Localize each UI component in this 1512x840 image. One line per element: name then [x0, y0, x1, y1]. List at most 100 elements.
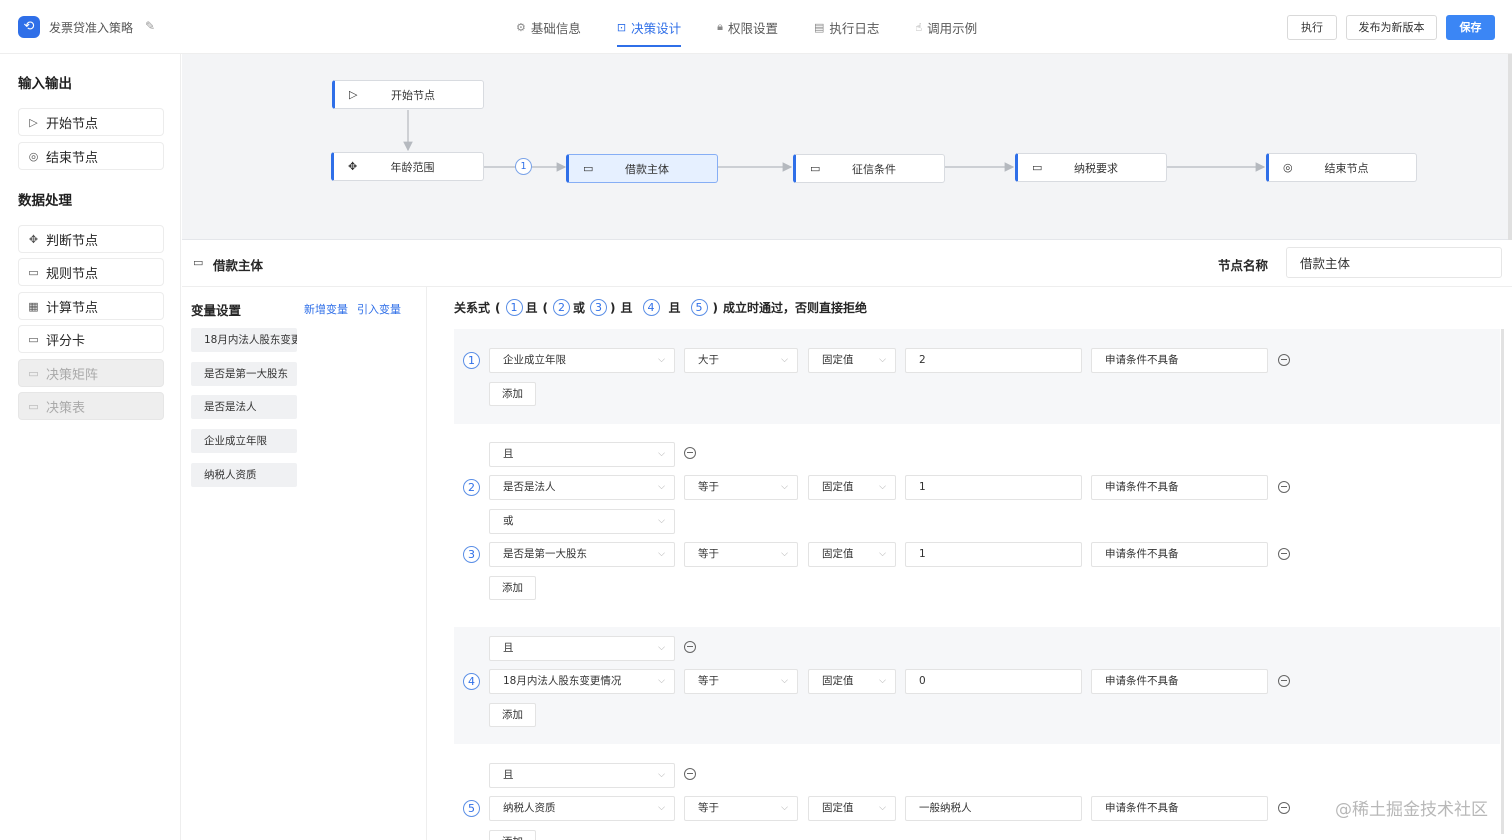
- rule-message-input[interactable]: 申请条件不具备: [1091, 669, 1268, 694]
- run-button[interactable]: 执行: [1287, 15, 1337, 40]
- variable-settings-title: 变量设置: [191, 303, 242, 318]
- rule-message-input[interactable]: 申请条件不具备: [1091, 542, 1268, 567]
- chevron-down-icon: ⌵: [879, 803, 886, 813]
- variable-chip[interactable]: 是否是第一大股东: [191, 362, 297, 386]
- rule-message-input[interactable]: 申请条件不具备: [1091, 796, 1268, 821]
- flow-node-end[interactable]: ◎ 结束节点: [1266, 153, 1417, 182]
- add-rule-button[interactable]: 添加: [489, 703, 536, 727]
- relation-ref-4: 4: [642, 299, 660, 316]
- palette-start-node[interactable]: ▷ 开始节点: [18, 108, 164, 136]
- tab-decision-design[interactable]: ⊡ 决策设计: [616, 0, 682, 54]
- rule-number: 1: [463, 352, 480, 369]
- palette-judge-node[interactable]: ✥ 判断节点: [18, 225, 164, 253]
- variable-chip[interactable]: 是否是法人: [191, 395, 297, 419]
- chevron-down-icon: ⌵: [879, 549, 886, 559]
- chevron-down-icon: ⌵: [658, 482, 665, 492]
- calc-icon: ▦: [28, 299, 39, 313]
- remove-circle-icon[interactable]: [684, 447, 696, 459]
- flow-node-credit[interactable]: ▭ 征信条件: [793, 154, 945, 183]
- rule-field-select[interactable]: 是否是第一大股东 ⌵: [489, 542, 675, 567]
- node-panel-title: 借款主体: [213, 258, 264, 273]
- relation-ref-2: 2: [553, 299, 570, 316]
- move-icon: ✥: [28, 232, 39, 246]
- card-icon: ▭: [28, 332, 39, 346]
- flow-node-tax[interactable]: ▭ 纳税要求: [1015, 153, 1167, 182]
- variable-chip[interactable]: 纳税人资质: [191, 463, 297, 487]
- remove-circle-icon[interactable]: [1278, 802, 1290, 814]
- palette-scorecard[interactable]: ▭ 评分卡: [18, 325, 164, 353]
- palette-decision-table: ▭ 决策表: [18, 392, 164, 420]
- variable-chip[interactable]: 企业成立年限: [191, 429, 297, 453]
- palette-end-node[interactable]: ◎ 结束节点: [18, 142, 164, 170]
- rule-value-input[interactable]: 一般纳税人: [905, 796, 1082, 821]
- tab-call-example[interactable]: ☝ 调用示例: [915, 0, 977, 54]
- relation-ref-1: 1: [505, 299, 523, 316]
- rule-field-select[interactable]: 18月内法人股东变更情况 ⌵: [489, 669, 675, 694]
- rule-operand-type-select[interactable]: 固定值 ⌵: [808, 669, 896, 694]
- flow-canvas[interactable]: ▷ 开始节点 ✥ 年龄范围 1 ▭ 借款主体 ▭ 征信条件 ▭ 纳税要求 ◎ 结束节点: [182, 54, 1512, 240]
- rule-operand-type-select[interactable]: 固定值 ⌵: [808, 348, 896, 373]
- add-rule-button[interactable]: 添加: [489, 576, 536, 600]
- add-variable-link[interactable]: 新增变量: [304, 301, 348, 317]
- hand-icon: ☝: [915, 20, 923, 34]
- remove-circle-icon[interactable]: [1278, 548, 1290, 560]
- tab-exec-log[interactable]: ▤ 执行日志: [814, 0, 879, 54]
- rule-value-input[interactable]: 1: [905, 542, 1082, 567]
- group-connector-select[interactable]: 且 ⌵: [489, 763, 675, 788]
- play-icon: ▷: [349, 88, 358, 101]
- chevron-down-icon: ⌵: [658, 449, 665, 459]
- rule-operand-type-select[interactable]: 固定值 ⌵: [808, 542, 896, 567]
- chevron-down-icon: ⌵: [781, 803, 788, 813]
- remove-circle-icon[interactable]: [684, 641, 696, 653]
- publish-button[interactable]: 发布为新版本: [1346, 15, 1437, 40]
- rule-operand-type-select[interactable]: 固定值 ⌵: [808, 796, 896, 821]
- rule-field-select[interactable]: 是否是法人 ⌵: [489, 475, 675, 500]
- canvas-scrollbar[interactable]: [1508, 54, 1512, 240]
- flow-node-start[interactable]: ▷ 开始节点: [332, 80, 484, 109]
- rules-scrollbar[interactable]: [1501, 329, 1504, 834]
- save-button[interactable]: 保存: [1446, 15, 1495, 40]
- import-variable-link[interactable]: 引入变量: [357, 301, 401, 317]
- rule-operator-select[interactable]: 等于 ⌵: [684, 475, 798, 500]
- remove-circle-icon[interactable]: [1278, 354, 1290, 366]
- card-icon: ▭: [810, 162, 821, 175]
- rule-message-input[interactable]: 申请条件不具备: [1091, 348, 1268, 373]
- rule-field-select[interactable]: 企业成立年限 ⌵: [489, 348, 675, 373]
- rule-operator-select[interactable]: 等于 ⌵: [684, 542, 798, 567]
- rule-value-input[interactable]: 1: [905, 475, 1082, 500]
- rule-operand-type-select[interactable]: 固定值 ⌵: [808, 475, 896, 500]
- add-rule-button[interactable]: 添加: [489, 830, 536, 840]
- flow-node-borrower-subject[interactable]: ▭ 借款主体: [566, 154, 718, 183]
- stop-icon: ◎: [28, 149, 39, 163]
- card-icon: ▭: [28, 265, 39, 279]
- rule-field-select[interactable]: 纳税人资质 ⌵: [489, 796, 675, 821]
- rule-message-input[interactable]: 申请条件不具备: [1091, 475, 1268, 500]
- card-icon: ▭: [193, 256, 204, 269]
- group-connector-select[interactable]: 且 ⌵: [489, 442, 675, 467]
- rule-operator-select[interactable]: 等于 ⌵: [684, 669, 798, 694]
- edit-icon[interactable]: ✎: [145, 19, 155, 33]
- edge-label[interactable]: 1: [515, 158, 532, 175]
- rule-value-input[interactable]: 0: [905, 669, 1082, 694]
- gear-icon: ⚙: [516, 20, 526, 34]
- group-connector-select[interactable]: 且 ⌵: [489, 636, 675, 661]
- rule-connector-select[interactable]: 或 ⌵: [489, 509, 675, 534]
- remove-circle-icon[interactable]: [1278, 481, 1290, 493]
- palette-rule-node[interactable]: ▭ 规则节点: [18, 258, 164, 286]
- tab-permissions[interactable]: 🔒︎ 权限设置: [717, 0, 778, 54]
- rule-number: 5: [463, 800, 480, 817]
- node-name-input[interactable]: [1286, 247, 1502, 278]
- add-rule-button[interactable]: 添加: [489, 382, 536, 406]
- tab-basic-info[interactable]: ⚙ 基础信息: [516, 0, 581, 54]
- rule-value-input[interactable]: 2: [905, 348, 1082, 373]
- remove-circle-icon[interactable]: [684, 768, 696, 780]
- rule-operator-select[interactable]: 大于 ⌵: [684, 348, 798, 373]
- remove-circle-icon[interactable]: [1278, 675, 1290, 687]
- palette-calc-node[interactable]: ▦ 计算节点: [18, 292, 164, 320]
- rule-operator-select[interactable]: 等于 ⌵: [684, 796, 798, 821]
- flow-node-age-range[interactable]: ✥ 年龄范围: [331, 152, 484, 181]
- play-icon: ▷: [29, 115, 38, 129]
- variable-chip[interactable]: 18月内法人股东变更情况: [191, 328, 297, 352]
- node-name-label: 节点名称: [1218, 258, 1269, 273]
- chevron-down-icon: ⌵: [781, 482, 788, 492]
